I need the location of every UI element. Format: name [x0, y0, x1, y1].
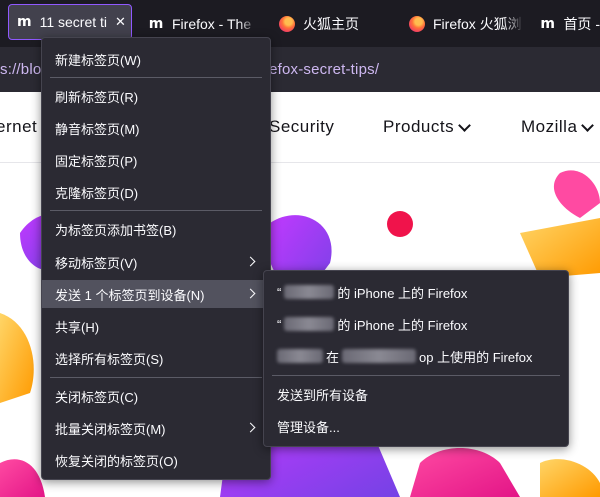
send-to-device-submenu: “ 的 iPhone 上的 Firefox “ 的 iPhone 上的 Fire… [263, 270, 569, 447]
tab-title: 火狐主页 [303, 15, 359, 32]
device-item-iphone-2[interactable]: “ 的 iPhone 上的 Firefox [264, 310, 568, 338]
tab-title: 11 secret ti [39, 14, 108, 30]
menu-item-pin-tab[interactable]: 固定标签页(P) [42, 146, 270, 174]
menu-item-reopen-closed-tab[interactable]: 恢复关闭的标签页(O) [42, 446, 270, 474]
mdn-m-icon: m [17, 14, 32, 30]
nav-item-products[interactable]: Products [383, 117, 471, 137]
menu-separator [272, 375, 560, 376]
menu-item-send-tab-to-device[interactable]: 发送 1 个标签页到设备(N) [42, 280, 270, 308]
device-item-desktop[interactable]: 在 op 上使用的 Firefox [264, 342, 568, 370]
menu-item-share[interactable]: 共享(H) [42, 312, 270, 340]
menu-item-reload-tab[interactable]: 刷新标签页(R) [42, 82, 270, 110]
menu-item-bookmark-tab[interactable]: 为标签页添加书签(B) [42, 215, 270, 243]
chevron-right-icon [245, 422, 256, 433]
tab-context-menu: 新建标签页(W) 刷新标签页(R) 静音标签页(M) 固定标签页(P) 克隆标签… [41, 37, 271, 480]
menu-item-move-tab[interactable]: 移动标签页(V) [42, 248, 270, 276]
tab[interactable]: Firefox 火狐浏 [409, 0, 524, 47]
chevron-right-icon [245, 256, 256, 267]
redacted-name [284, 285, 335, 299]
menu-item-close-tab[interactable]: 关闭标签页(C) [42, 382, 270, 410]
redacted-name [284, 317, 335, 331]
tab[interactable]: 火狐主页 [279, 0, 389, 47]
menu-item-select-all-tabs[interactable]: 选择所有标签页(S) [42, 344, 270, 372]
chevron-down-icon [458, 118, 471, 132]
menu-item-new-tab[interactable]: 新建标签页(W) [42, 45, 270, 73]
nav-item-mozilla[interactable]: Mozilla [521, 117, 595, 137]
menu-separator [50, 77, 262, 78]
menu-item-mute-tab[interactable]: 静音标签页(M) [42, 114, 270, 142]
nav-item-internet[interactable]: ernet [0, 117, 37, 137]
tab[interactable]: m 首页 - [540, 0, 600, 47]
chevron-down-icon [581, 118, 595, 132]
close-tab-icon[interactable]: ✕ [115, 14, 126, 30]
mdn-m-icon: m [148, 15, 164, 32]
menu-item-send-to-all-devices[interactable]: 发送到所有设备 [264, 380, 568, 408]
mdn-m-icon: m [540, 15, 556, 32]
firefox-icon [279, 15, 295, 32]
tab-title: 首页 - [563, 15, 600, 32]
menu-item-close-multiple-tabs[interactable]: 批量关闭标签页(M) [42, 414, 270, 442]
chevron-right-icon [245, 288, 256, 299]
redacted-device [342, 349, 417, 363]
redacted-name [277, 349, 323, 363]
menu-separator [50, 377, 262, 378]
menu-item-duplicate-tab[interactable]: 克隆标签页(D) [42, 178, 270, 206]
nav-item-security[interactable]: Security [269, 117, 334, 137]
device-item-iphone-1[interactable]: “ 的 iPhone 上的 Firefox [264, 278, 568, 306]
menu-item-manage-devices[interactable]: 管理设备... [264, 412, 568, 440]
firefox-icon [409, 15, 425, 32]
menu-separator [50, 210, 262, 211]
tab-active[interactable]: m 11 secret ti ✕ [8, 4, 132, 40]
